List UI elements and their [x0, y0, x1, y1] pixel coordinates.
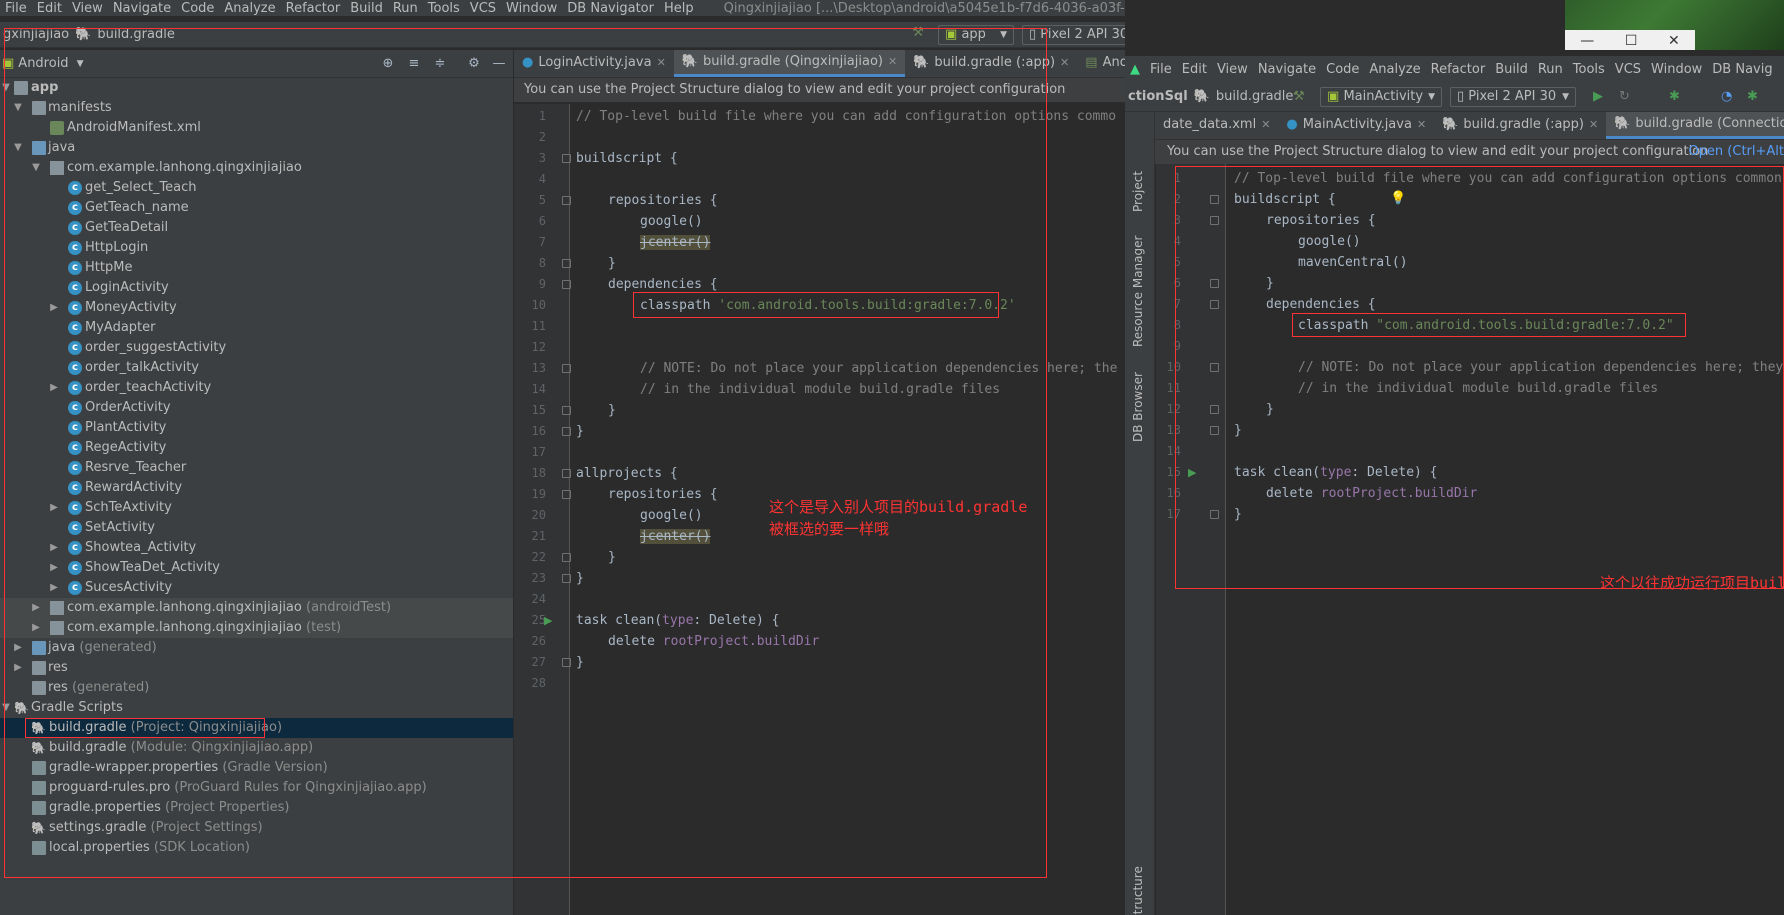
- menu-vcs[interactable]: VCS: [1610, 62, 1646, 77]
- highlight-box-right-code: [1175, 166, 1784, 589]
- tool-window-db-browser[interactable]: DB Browser: [1131, 372, 1145, 442]
- class-icon: ●: [1286, 117, 1298, 132]
- hammer-icon[interactable]: ⚒: [1293, 89, 1305, 104]
- menu-build[interactable]: Build: [1490, 62, 1533, 77]
- debug-icon[interactable]: ✱: [1669, 89, 1680, 104]
- breadcrumb-file[interactable]: build.gradle: [1213, 89, 1297, 104]
- menu-view[interactable]: View: [67, 1, 108, 16]
- menu-edit[interactable]: Edit: [32, 1, 67, 16]
- menu-window[interactable]: Window: [501, 1, 562, 16]
- menu-code[interactable]: Code: [176, 1, 219, 16]
- right-menu-bar: ▲ File Edit View Navigate Code Analyze R…: [1125, 56, 1784, 82]
- breadcrumb-project[interactable]: ctionSql: [1125, 89, 1191, 104]
- chevron-down-icon: ▼: [1562, 92, 1569, 102]
- gradle-icon: 🐘: [1442, 117, 1459, 132]
- menu-code[interactable]: Code: [1321, 62, 1364, 77]
- device-select[interactable]: ▯ Pixel 2 API 30 ▼: [1450, 87, 1576, 107]
- tool-window-strip: Project Resource Manager DB Browser Stru…: [1125, 112, 1155, 915]
- tool-window-project[interactable]: Project: [1131, 171, 1145, 212]
- run-config-label: MainActivity: [1343, 89, 1424, 104]
- tab-label: MainActivity.java: [1302, 117, 1412, 132]
- menu-edit[interactable]: Edit: [1177, 62, 1212, 77]
- window-controls: — ☐ ✕: [1565, 30, 1695, 52]
- menu-analyze[interactable]: Analyze: [219, 1, 280, 16]
- menu-tools[interactable]: Tools: [423, 1, 465, 16]
- profile-icon[interactable]: ◔: [1721, 89, 1732, 104]
- tab-build-gradle-connectionsql[interactable]: 🐘build.gradle (ConnectionSql)✕: [1606, 112, 1784, 139]
- window-title: Qingxinjiajiao [...\Desktop\android\a504…: [723, 0, 1125, 16]
- tab-label: AndroidMa: [1102, 55, 1125, 70]
- menu-refactor[interactable]: Refactor: [1426, 62, 1491, 77]
- close-icon[interactable]: ✕: [1417, 112, 1426, 139]
- device-label: Pixel 2 API 30: [1040, 27, 1125, 42]
- attach-debugger-icon[interactable]: ✱: [1747, 89, 1758, 104]
- editor-tabs: date_data.xml ✕ ● MainActivity.java ✕ 🐘 buil…: [1125, 112, 1784, 140]
- android-studio-icon: ▲: [1130, 61, 1140, 77]
- open-project-structure-link[interactable]: Open (Ctrl+Alt: [1688, 140, 1784, 164]
- menu-navigate[interactable]: Navigate: [108, 1, 176, 16]
- close-icon[interactable]: ✕: [1668, 33, 1680, 49]
- xml-file-icon: ▤: [1085, 55, 1098, 70]
- gradle-icon: 🐘: [1614, 115, 1631, 131]
- tab-label: date_data.xml: [1163, 117, 1257, 132]
- menu-run[interactable]: Run: [1533, 62, 1568, 77]
- menu-analyze[interactable]: Analyze: [1364, 62, 1425, 77]
- project-structure-banner: You can use the Project Structure dialog…: [1155, 140, 1784, 164]
- close-icon[interactable]: ✕: [1060, 50, 1069, 77]
- tab-build-gradle-app[interactable]: 🐘 build.gradle (:app) ✕: [1434, 112, 1606, 139]
- run-config-select[interactable]: ▣ MainActivity ▼: [1320, 87, 1442, 107]
- menu-navigate[interactable]: Navigate: [1253, 62, 1321, 77]
- menu-build[interactable]: Build: [345, 1, 388, 16]
- minimize-icon[interactable]: —: [1580, 33, 1594, 49]
- highlight-box-left-window: [4, 28, 1047, 878]
- tab-main-activity[interactable]: ● MainActivity.java ✕: [1278, 112, 1434, 139]
- right-ide-window: ▲ File Edit View Navigate Code Analyze R…: [1125, 50, 1784, 915]
- banner-text: You can use the Project Structure dialog…: [1167, 144, 1709, 159]
- rerun-icon[interactable]: ↻: [1619, 89, 1630, 104]
- maximize-icon[interactable]: ☐: [1625, 33, 1638, 49]
- menu-file[interactable]: File: [1145, 62, 1177, 77]
- menu-vcs[interactable]: VCS: [465, 1, 501, 16]
- tool-window-structure[interactable]: Structure: [1131, 866, 1145, 915]
- device-icon: ▯: [1457, 89, 1465, 104]
- gradle-icon: 🐘: [1193, 89, 1210, 104]
- tab-label: build.gradle (:app): [1463, 117, 1584, 132]
- menu-window[interactable]: Window: [1646, 62, 1707, 77]
- right-nav-bar: ctionSql 🐘 build.gradle ⚒ ▣ MainActivity…: [1125, 82, 1784, 112]
- menu-db-navigator[interactable]: DB Navigator: [562, 1, 659, 16]
- device-label: Pixel 2 API 30: [1468, 89, 1557, 104]
- tab-date-data[interactable]: date_data.xml ✕: [1155, 112, 1278, 139]
- chevron-down-icon: ▼: [1428, 92, 1435, 102]
- menu-view[interactable]: View: [1212, 62, 1253, 77]
- left-ide-window: File Edit View Navigate Code Analyze Ref…: [0, 0, 1125, 915]
- menu-refactor[interactable]: Refactor: [281, 1, 346, 16]
- run-icon[interactable]: ▶: [1593, 89, 1603, 104]
- menu-help[interactable]: Help: [659, 1, 699, 16]
- menu-db-navigator[interactable]: DB Navig: [1707, 62, 1777, 77]
- menu-run[interactable]: Run: [388, 1, 423, 16]
- menu-file[interactable]: File: [0, 1, 32, 16]
- tab-label: build.gradle (ConnectionSql): [1635, 115, 1784, 131]
- left-menu-bar: File Edit View Navigate Code Analyze Ref…: [0, 0, 1125, 16]
- menu-tools[interactable]: Tools: [1568, 62, 1610, 77]
- close-icon[interactable]: ✕: [1589, 112, 1598, 139]
- tool-window-resource-manager[interactable]: Resource Manager: [1131, 236, 1145, 347]
- tab-android-manifest[interactable]: ▤ AndroidMa: [1077, 50, 1125, 77]
- close-icon[interactable]: ✕: [1261, 112, 1270, 139]
- android-icon: ▣: [1327, 89, 1340, 104]
